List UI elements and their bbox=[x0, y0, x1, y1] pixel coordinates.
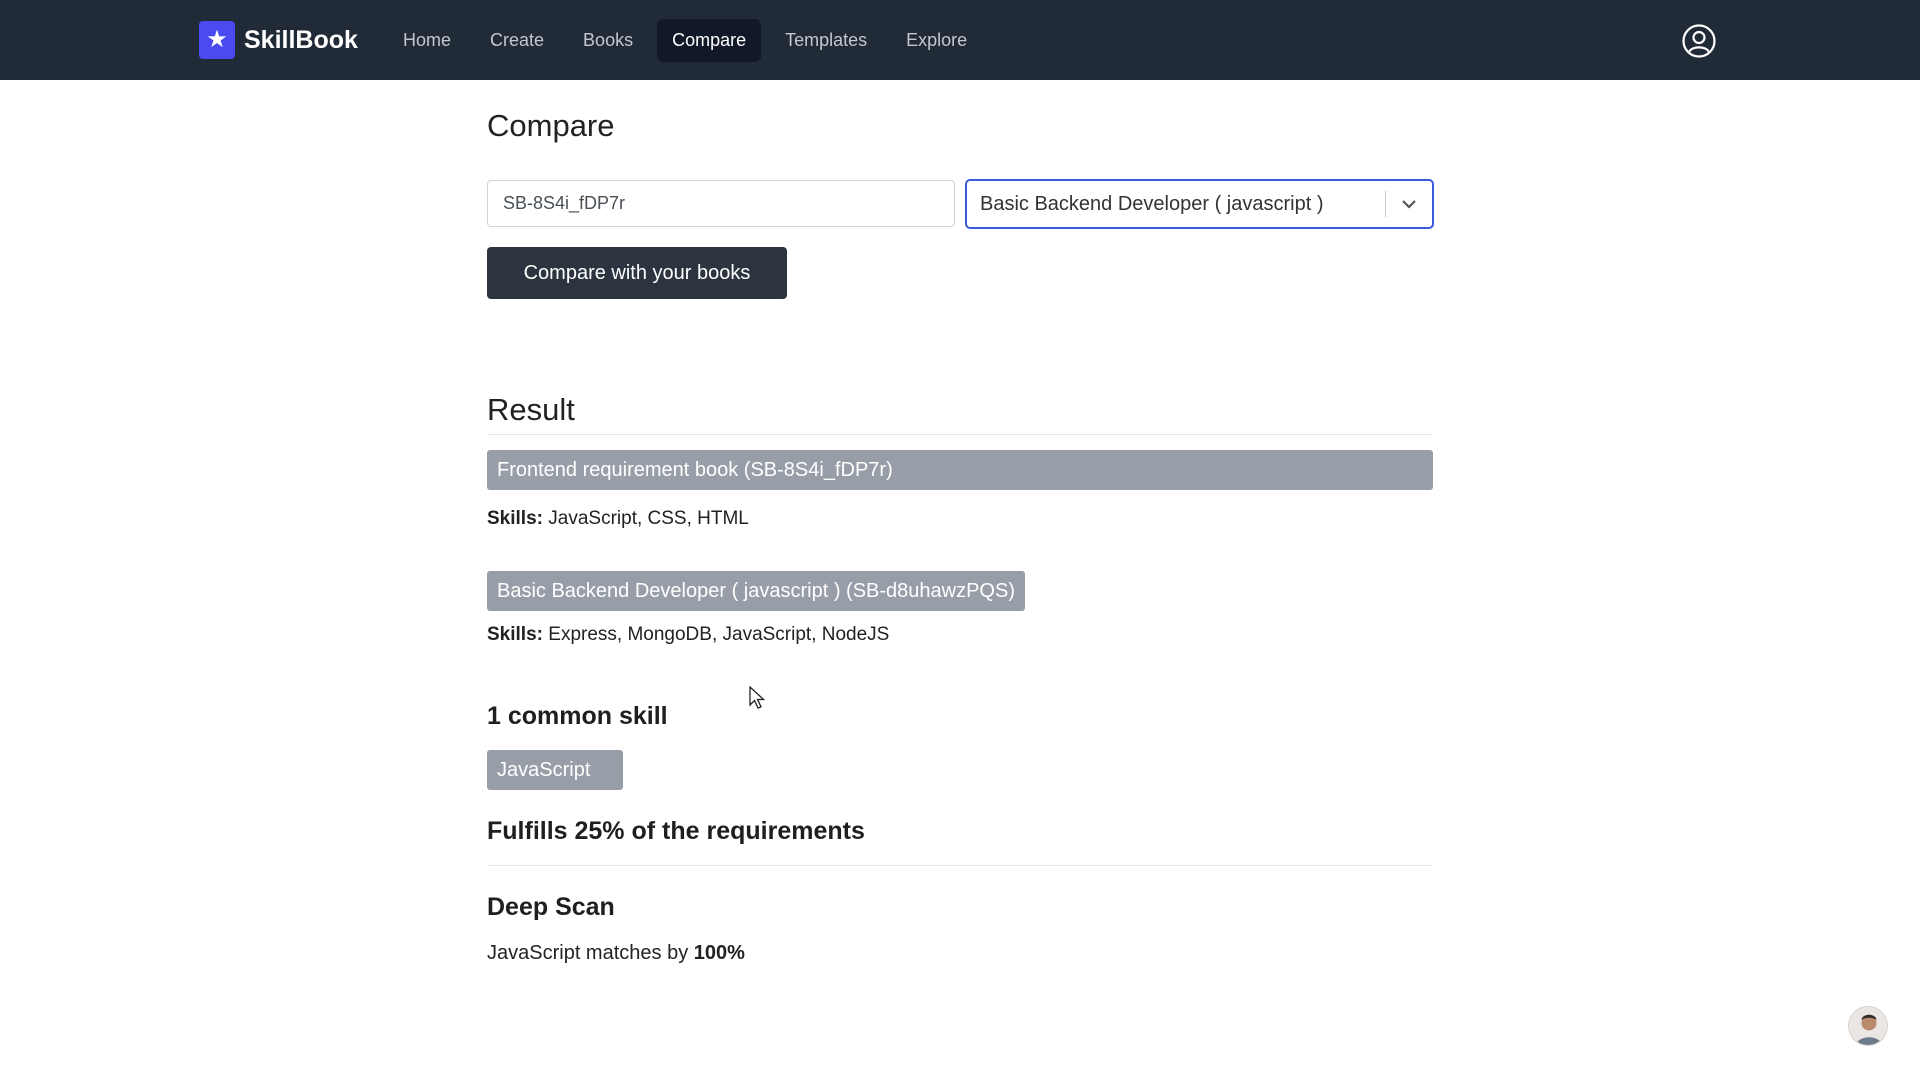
skills-value: JavaScript, CSS, HTML bbox=[548, 508, 749, 529]
book-id-input[interactable] bbox=[487, 180, 955, 227]
deep-scan-text: JavaScript matches by bbox=[487, 942, 694, 964]
brand[interactable]: ★ SkillBook bbox=[199, 20, 358, 60]
page-title: Compare bbox=[487, 108, 615, 143]
nav-item-compare[interactable]: Compare bbox=[657, 18, 762, 62]
brand-name: SkillBook bbox=[244, 25, 358, 54]
top-navbar: ★ SkillBook Home Create Books Compare Te… bbox=[0, 0, 1920, 80]
skills-label: Skills: bbox=[487, 624, 543, 645]
deep-scan-percent: 100% bbox=[693, 942, 745, 964]
common-skill-tag: JavaScript bbox=[487, 750, 623, 790]
nav-item-templates[interactable]: Templates bbox=[770, 19, 882, 62]
nav-item-create[interactable]: Create bbox=[475, 19, 559, 62]
mouse-cursor-icon bbox=[749, 686, 765, 709]
book-select-value: Basic Backend Developer ( javascript ) bbox=[980, 192, 1324, 215]
skills-line-first: Skills: JavaScript, CSS, HTML bbox=[487, 508, 749, 530]
deep-scan-heading: Deep Scan bbox=[487, 893, 615, 921]
compare-button[interactable]: Compare with your books bbox=[487, 247, 787, 299]
fulfills-heading: Fulfills 25% of the requirements bbox=[487, 817, 865, 845]
user-circle-icon[interactable] bbox=[1682, 24, 1716, 58]
nav-item-explore[interactable]: Explore bbox=[891, 19, 982, 62]
deep-scan-result: JavaScript matches by 100% bbox=[487, 942, 745, 965]
book-label-first: Frontend requirement book (SB-8S4i_fDP7r… bbox=[487, 450, 1433, 490]
book-select[interactable]: Basic Backend Developer ( javascript ) bbox=[965, 179, 1434, 229]
skills-line-second: Skills: Express, MongoDB, JavaScript, No… bbox=[487, 624, 889, 646]
nav-item-books[interactable]: Books bbox=[568, 19, 648, 62]
book-label-second: Basic Backend Developer ( javascript ) (… bbox=[487, 571, 1025, 611]
avatar[interactable] bbox=[1848, 1006, 1888, 1046]
chevron-down-icon[interactable] bbox=[1386, 181, 1432, 227]
star-icon: ★ bbox=[199, 21, 235, 59]
skills-label: Skills: bbox=[487, 508, 543, 529]
common-skill-heading: 1 common skill bbox=[487, 702, 668, 730]
result-title: Result bbox=[487, 392, 575, 427]
nav-links: Home Create Books Compare Templates Expl… bbox=[388, 17, 982, 63]
fulfills-divider bbox=[487, 865, 1433, 866]
result-divider bbox=[487, 434, 1433, 435]
skills-value: Express, MongoDB, JavaScript, NodeJS bbox=[548, 624, 890, 645]
nav-item-home[interactable]: Home bbox=[388, 19, 466, 62]
